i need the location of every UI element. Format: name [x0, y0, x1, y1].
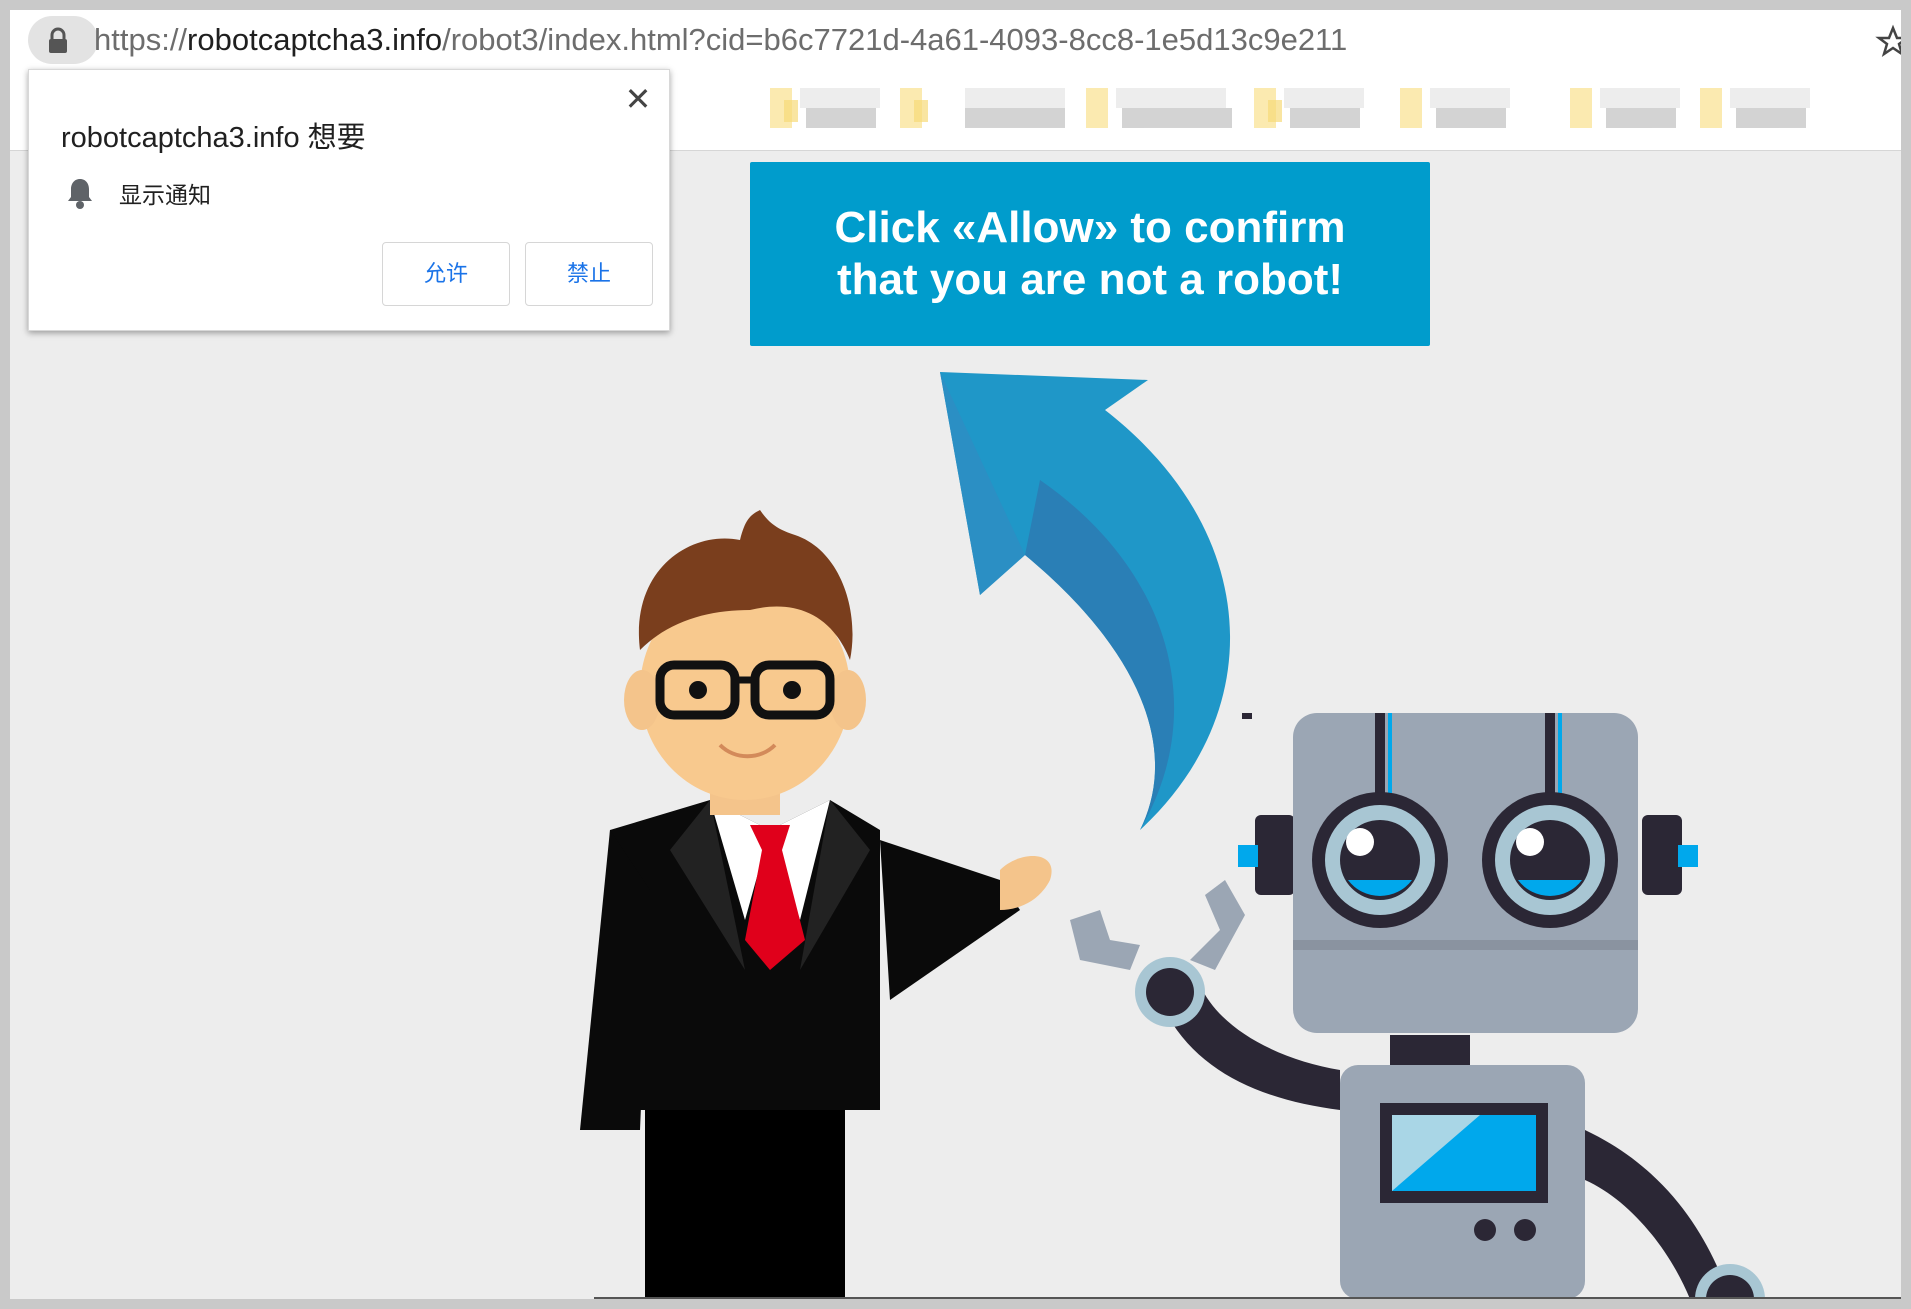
robot-figure: [1070, 713, 1765, 1299]
instruction-banner: Click «Allow» to confirm that you are no…: [750, 162, 1430, 346]
block-button[interactable]: 禁止: [525, 242, 653, 306]
close-icon[interactable]: ✕: [623, 83, 653, 115]
banner-line-2: that you are not a robot!: [837, 255, 1343, 304]
bell-icon: [68, 179, 92, 209]
popup-title: robotcaptcha3.info 想要: [61, 122, 366, 154]
permission-text: 显示通知: [119, 182, 211, 208]
notification-permission-popup: robotcaptcha3.info 想要 ✕ 显示通知 允许 禁止: [28, 69, 670, 331]
divider: [594, 1297, 1901, 1299]
browser-window: https://robotcaptcha3.info/robot3/index.…: [10, 10, 1901, 1299]
banner-line-1: Click «Allow» to confirm: [834, 203, 1346, 252]
businessman-figure: [580, 510, 1052, 1299]
allow-button[interactable]: 允许: [382, 242, 510, 306]
arrow-up-icon: [940, 372, 1231, 830]
